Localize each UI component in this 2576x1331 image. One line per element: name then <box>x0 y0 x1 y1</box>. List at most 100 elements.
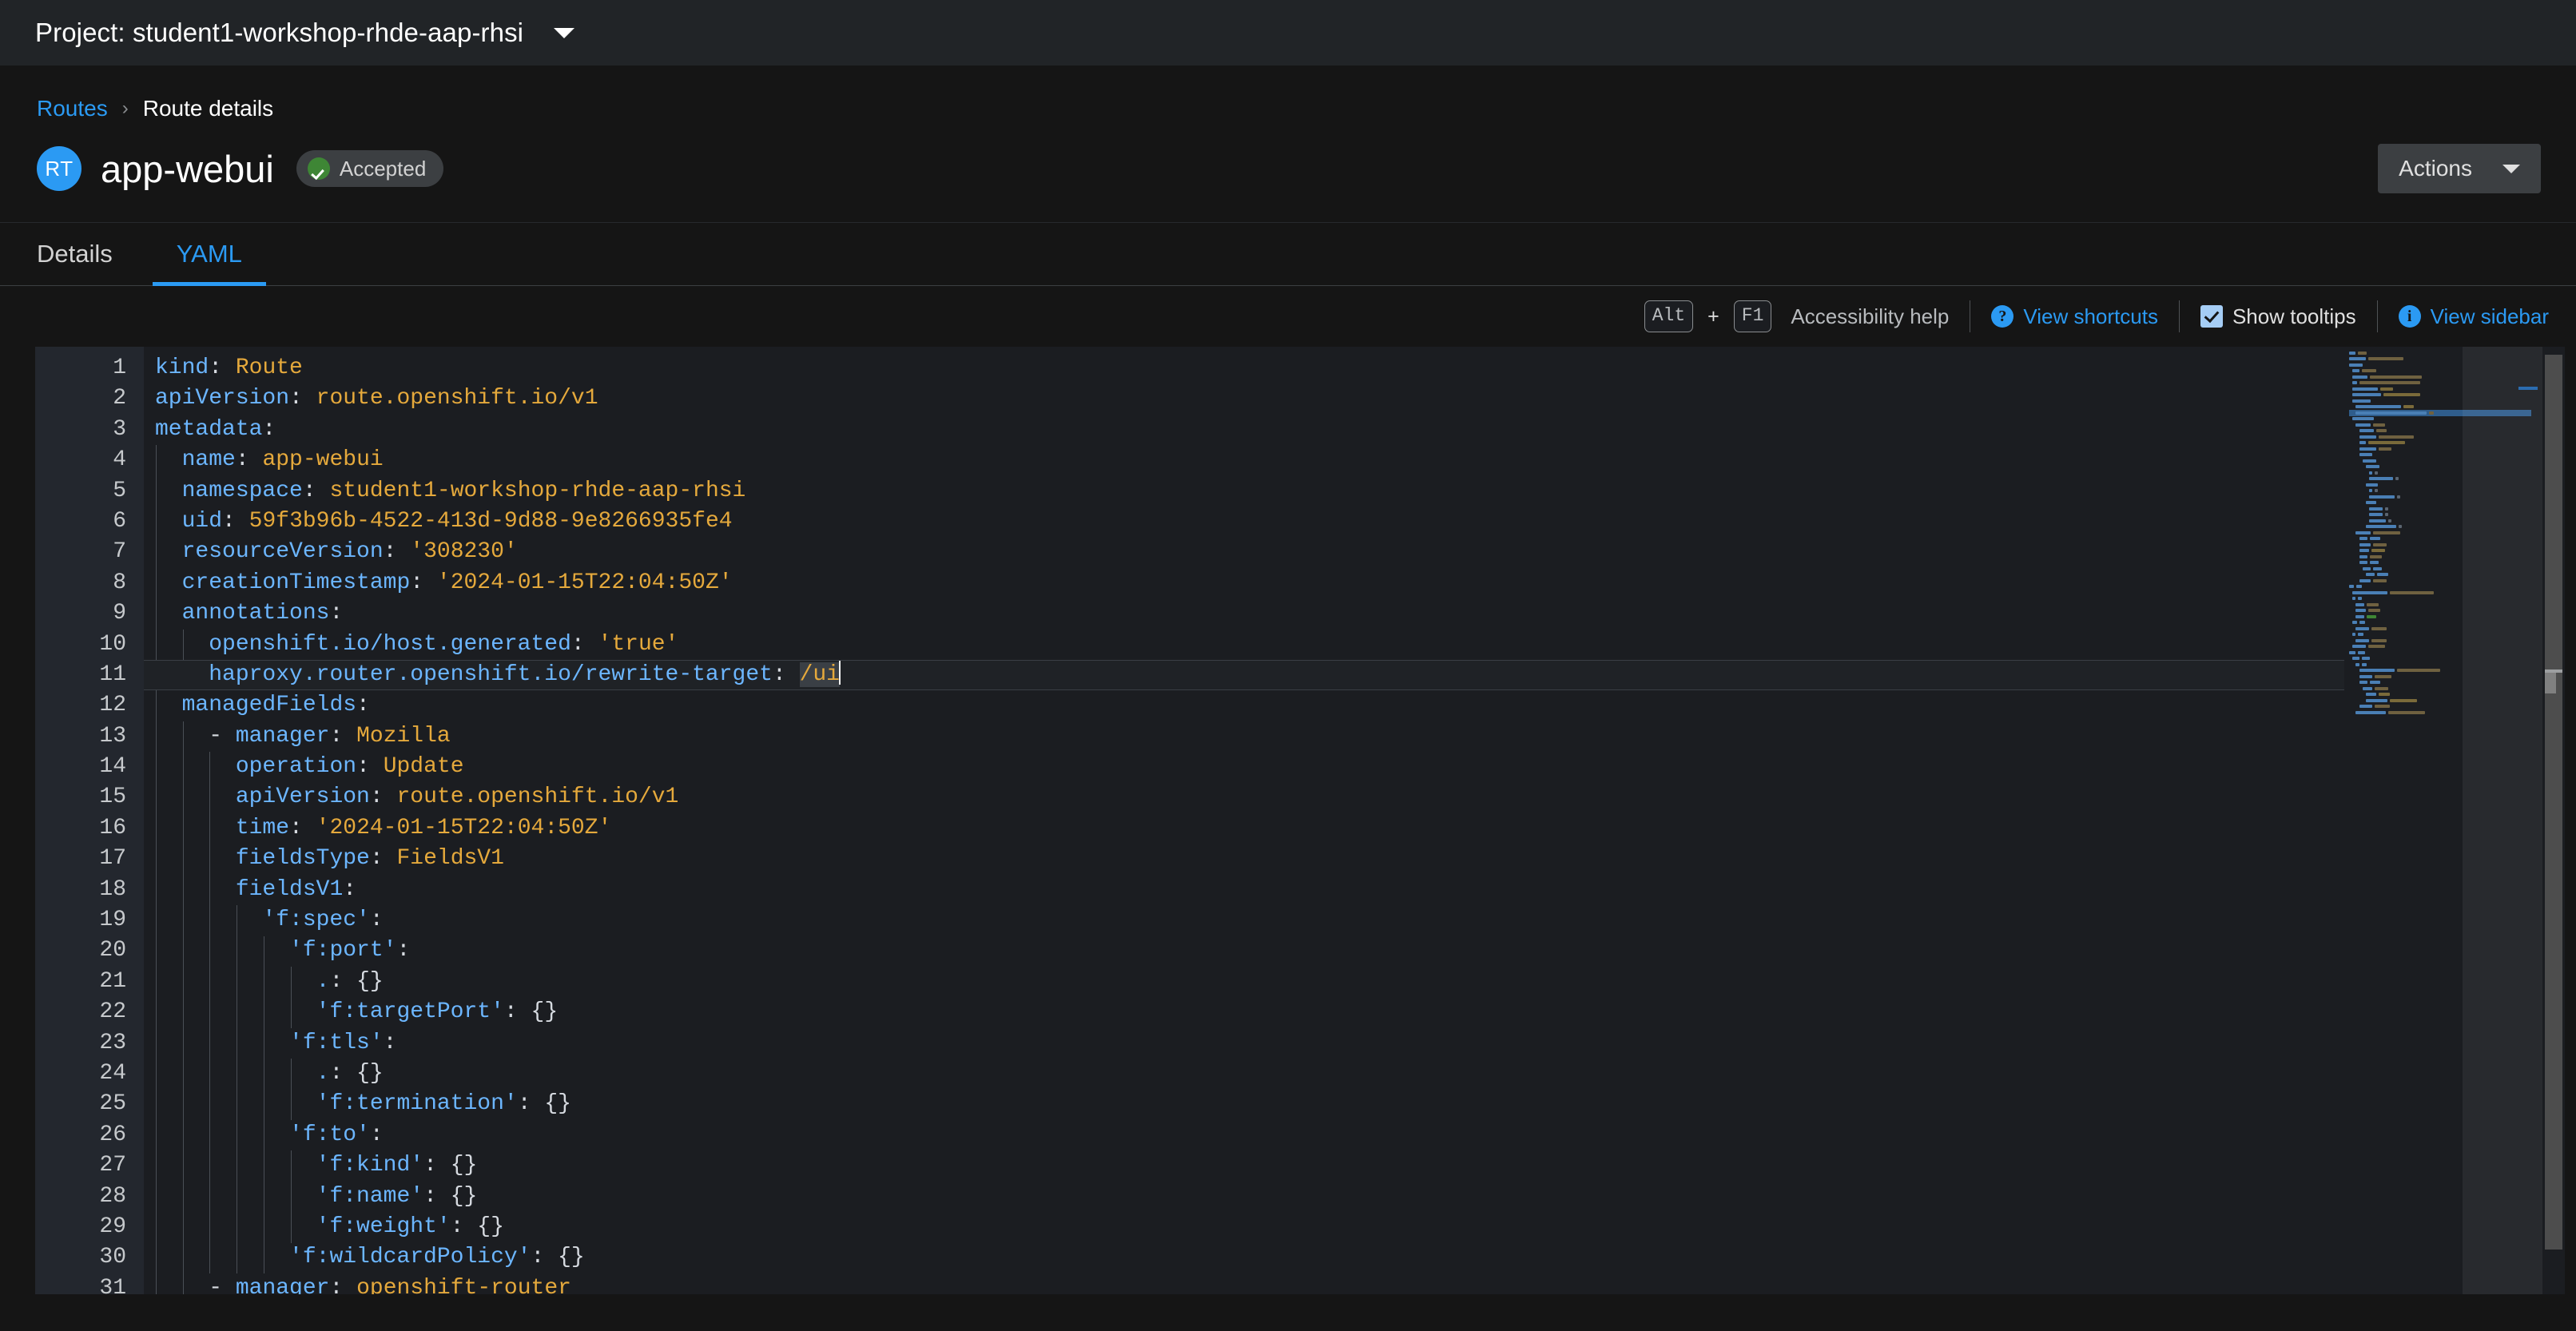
line-number: 20 <box>99 938 126 963</box>
code-line[interactable]: .: {} <box>144 1059 2344 1089</box>
line-number: 23 <box>99 1030 126 1055</box>
scrollbar-decoration <box>2518 387 2538 390</box>
code-line[interactable]: name: app-webui <box>144 445 2344 475</box>
show-tooltips-toggle[interactable]: Show tooltips <box>2180 304 2377 329</box>
line-number: 26 <box>99 1122 126 1147</box>
code-line[interactable]: managedFields: <box>144 690 2344 721</box>
resource-type-badge: RT <box>37 146 81 191</box>
editor-right-edge <box>2565 347 2576 1294</box>
tab-yaml-label: YAML <box>176 240 242 268</box>
code-line[interactable]: kind: Route <box>144 353 2344 383</box>
code-line[interactable]: uid: 59f3b96b-4522-413d-9d88-9e8266935fe… <box>144 507 2344 537</box>
code-line[interactable]: 'f:weight': {} <box>144 1212 2344 1242</box>
actions-button-label: Actions <box>2399 156 2472 181</box>
code-line[interactable]: - manager: openshift-router <box>144 1273 2344 1294</box>
code-line[interactable]: 'f:targetPort': {} <box>144 997 2344 1027</box>
view-shortcuts-label: View shortcuts <box>2023 304 2158 328</box>
line-number: 31 <box>99 1275 126 1294</box>
breadcrumb-separator-icon: › <box>121 97 129 119</box>
code-line[interactable]: 'f:wildcardPolicy': {} <box>144 1242 2344 1273</box>
code-line[interactable]: time: '2024-01-15T22:04:50Z' <box>144 813 2344 844</box>
line-number: 16 <box>99 815 126 840</box>
editor-minimap[interactable] <box>2344 347 2542 1294</box>
show-tooltips-checkbox[interactable] <box>2200 305 2223 328</box>
line-number: 1 <box>113 356 126 380</box>
line-number: 14 <box>99 754 126 780</box>
line-number: 11 <box>99 662 126 687</box>
project-selector-label: Project: student1-workshop-rhde-aap-rhsi <box>35 18 524 47</box>
code-line[interactable]: 'f:to': <box>144 1120 2344 1150</box>
tab-yaml[interactable]: YAML <box>152 223 267 286</box>
code-line[interactable]: metadata: <box>144 415 2344 445</box>
line-number: 9 <box>113 601 126 626</box>
chevron-down-icon <box>2502 164 2520 173</box>
yaml-code[interactable]: kind: Route apiVersion: route.openshift.i… <box>144 353 2344 1294</box>
kbd-f1: F1 <box>1733 300 1772 332</box>
line-number: 2 <box>113 386 126 411</box>
line-number: 24 <box>99 1060 126 1086</box>
view-sidebar-button[interactable]: i View sidebar <box>2378 304 2570 329</box>
breadcrumb-link-routes[interactable]: Routes <box>37 96 108 121</box>
line-number: 3 <box>113 416 126 442</box>
page-header: RT app-webui Accepted Actions <box>0 121 2576 193</box>
code-line[interactable]: 'f:name': {} <box>144 1182 2344 1212</box>
code-line[interactable]: haproxy.router.openshift.io/rewrite-targ… <box>144 659 2344 691</box>
page-title: app-webui <box>101 147 274 190</box>
view-sidebar-label: View sidebar <box>2430 304 2549 328</box>
code-line[interactable]: annotations: <box>144 598 2344 629</box>
accessibility-help-group: Alt + F1 Accessibility help <box>1624 300 1970 332</box>
code-line[interactable]: 'f:port': <box>144 936 2344 966</box>
line-number: 8 <box>113 570 126 595</box>
question-circle-icon: ? <box>1991 305 2014 328</box>
line-number: 6 <box>113 508 126 534</box>
status-badge-label: Accepted <box>339 156 427 181</box>
line-number: 22 <box>99 999 126 1025</box>
line-number: 21 <box>99 968 126 994</box>
line-number: 28 <box>99 1183 126 1209</box>
code-line[interactable]: apiVersion: route.openshift.io/v1 <box>144 383 2344 414</box>
code-line[interactable]: fieldsType: FieldsV1 <box>144 844 2344 874</box>
line-number-gutter: 1 2 3 4 5 6 7 8 9 10 11 12 13 14 15 16 17 18 19 20 21 22 23 24 2… <box>35 347 144 1294</box>
code-line[interactable]: creationTimestamp: '2024-01-15T22:04:50Z… <box>144 568 2344 598</box>
code-line[interactable]: - manager: Mozilla <box>144 721 2344 752</box>
code-line[interactable]: resourceVersion: '308230' <box>144 537 2344 567</box>
view-shortcuts-button[interactable]: ? View shortcuts <box>1970 304 2179 329</box>
page-body: Routes › Route details RT app-webui Acce… <box>0 66 2576 1294</box>
project-bar: Project: student1-workshop-rhde-aap-rhsi <box>0 0 2576 66</box>
code-line[interactable]: 'f:termination': {} <box>144 1089 2344 1119</box>
line-number: 15 <box>99 785 126 810</box>
actions-button[interactable]: Actions <box>2378 144 2541 193</box>
line-number: 13 <box>99 723 126 749</box>
chevron-down-icon <box>554 27 575 38</box>
show-tooltips-label: Show tooltips <box>2232 304 2356 328</box>
code-line[interactable]: fieldsV1: <box>144 875 2344 905</box>
breadcrumb-current: Route details <box>142 96 274 121</box>
yaml-editor[interactable]: 1 2 3 4 5 6 7 8 9 10 11 12 13 14 15 16 17 18 19 20 21 22 23 24 2… <box>0 347 2576 1294</box>
code-line[interactable]: operation: Update <box>144 752 2344 782</box>
scrollbar-secondary-thumb[interactable] <box>2545 673 2556 693</box>
tab-details-label: Details <box>37 240 113 268</box>
tab-details[interactable]: Details <box>37 223 137 285</box>
check-circle-icon <box>307 157 330 180</box>
code-line[interactable]: .: {} <box>144 967 2344 997</box>
project-selector[interactable]: Project: student1-workshop-rhde-aap-rhsi <box>35 18 575 48</box>
accessibility-help-label: Accessibility help <box>1791 304 1950 328</box>
code-line[interactable]: openshift.io/host.generated: 'true' <box>144 630 2344 660</box>
tab-bar: Details YAML <box>0 222 2576 286</box>
code-line[interactable]: namespace: student1-workshop-rhde-aap-rh… <box>144 476 2344 507</box>
kbd-plus: + <box>1707 304 1719 328</box>
code-line[interactable]: 'f:spec': <box>144 905 2344 936</box>
code-line[interactable]: 'f:kind': {} <box>144 1150 2344 1181</box>
code-line[interactable]: 'f:tls': <box>144 1028 2344 1059</box>
code-line[interactable]: apiVersion: route.openshift.io/v1 <box>144 782 2344 813</box>
code-content-area[interactable]: kind: Route apiVersion: route.openshift.i… <box>144 347 2344 1294</box>
info-circle-icon: i <box>2398 305 2421 328</box>
line-number: 25 <box>99 1091 126 1117</box>
scrollbar-thumb[interactable] <box>2545 355 2562 1250</box>
line-number: 7 <box>113 539 126 565</box>
line-number: 10 <box>99 631 126 657</box>
actions-wrapper: Actions <box>2378 144 2541 193</box>
minimap-slider[interactable] <box>2463 347 2542 1294</box>
editor-left-edge <box>0 347 35 1294</box>
editor-scrollbar[interactable] <box>2518 347 2565 1294</box>
